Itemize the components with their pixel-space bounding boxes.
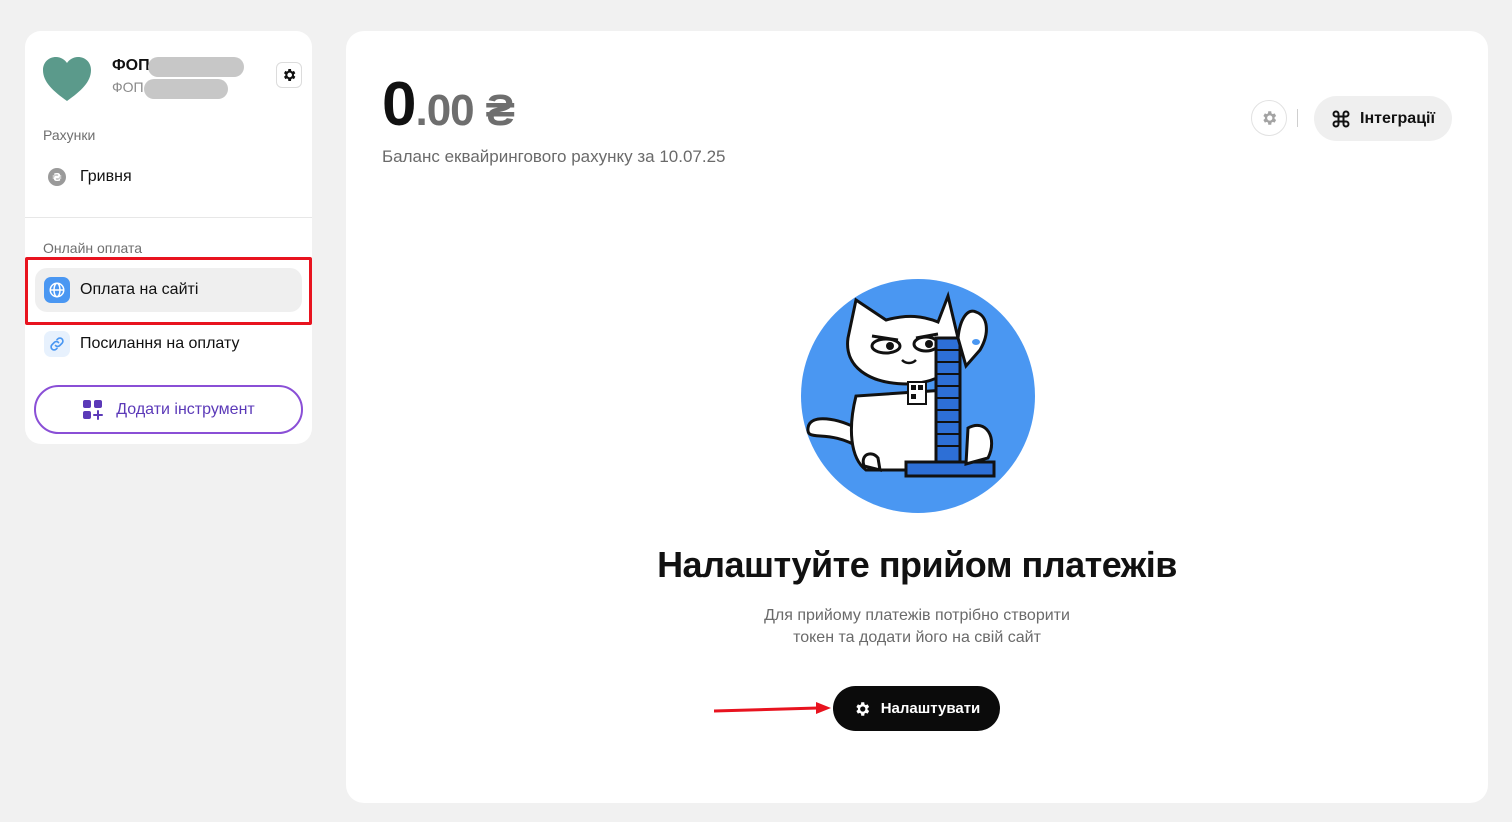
- cat-scratching-post-illustration: [801, 279, 1035, 513]
- empty-state-description: Для прийому платежів потрібно створити т…: [346, 605, 1488, 649]
- sidebar-item-label: Посилання на оплату: [80, 335, 240, 352]
- add-tool-button[interactable]: Додати інструмент: [34, 385, 303, 434]
- profile-settings-button[interactable]: [276, 62, 302, 88]
- highlight-annotation-box: [25, 257, 312, 325]
- balance-decimal: .00: [415, 86, 474, 135]
- sidebar-divider: [25, 217, 312, 218]
- online-payment-section-label: Онлайн оплата: [43, 240, 143, 256]
- balance-caption: Баланс еквайрингового рахунку за 10.07.2…: [382, 147, 726, 166]
- gear-icon: [1263, 111, 1277, 125]
- add-tool-label: Додати інструмент: [116, 400, 255, 418]
- sidebar-item-payment-link[interactable]: Посилання на оплату: [35, 322, 302, 366]
- gear-icon: [856, 701, 869, 716]
- sidebar-item-label: Гривня: [80, 168, 132, 185]
- integrations-label: Інтеграції: [1360, 109, 1435, 127]
- empty-state-title: Налаштуйте прийом платежів: [657, 544, 1177, 585]
- gear-icon: [284, 69, 296, 81]
- add-grid-icon: [83, 399, 104, 420]
- arrow-annotation-icon: [714, 702, 831, 714]
- command-icon: [1332, 110, 1350, 127]
- hryvnia-coin-icon: ₴: [44, 164, 70, 190]
- header-separator: [1297, 109, 1298, 127]
- setup-button[interactable]: Налаштувати: [833, 686, 1000, 731]
- profile-header[interactable]: ФОП ФОП: [41, 55, 303, 105]
- sidebar: ФОП ФОП Рахунки ₴ Гривня Онлайн оплата О…: [25, 31, 312, 444]
- profile-name: ФОП: [112, 57, 150, 74]
- heart-avatar-icon: [43, 57, 91, 101]
- setup-button-label: Налаштувати: [880, 700, 981, 717]
- balance-settings-button[interactable]: [1251, 100, 1287, 136]
- sidebar-item-hryvnia[interactable]: ₴ Гривня: [35, 155, 302, 199]
- balance-amount: 0 .00 ₴: [382, 69, 515, 140]
- redacted-name-blur: [148, 57, 244, 77]
- link-icon: [44, 331, 70, 357]
- integrations-button[interactable]: Інтеграції: [1314, 96, 1452, 141]
- svg-text:₴: ₴: [52, 171, 61, 184]
- empty-state-description-line: токен та додати його на свій сайт: [793, 629, 1041, 646]
- empty-state-description-line: Для прийому платежів потрібно створити: [764, 607, 1070, 624]
- redacted-subtitle-blur: [144, 79, 228, 99]
- accounts-section-label: Рахунки: [43, 127, 96, 143]
- main-panel: 0 .00 ₴ Баланс еквайрингового рахунку за…: [346, 31, 1488, 803]
- balance-currency: ₴: [485, 86, 515, 135]
- profile-subtitle: ФОП: [112, 79, 144, 95]
- balance-integer: 0: [382, 70, 416, 139]
